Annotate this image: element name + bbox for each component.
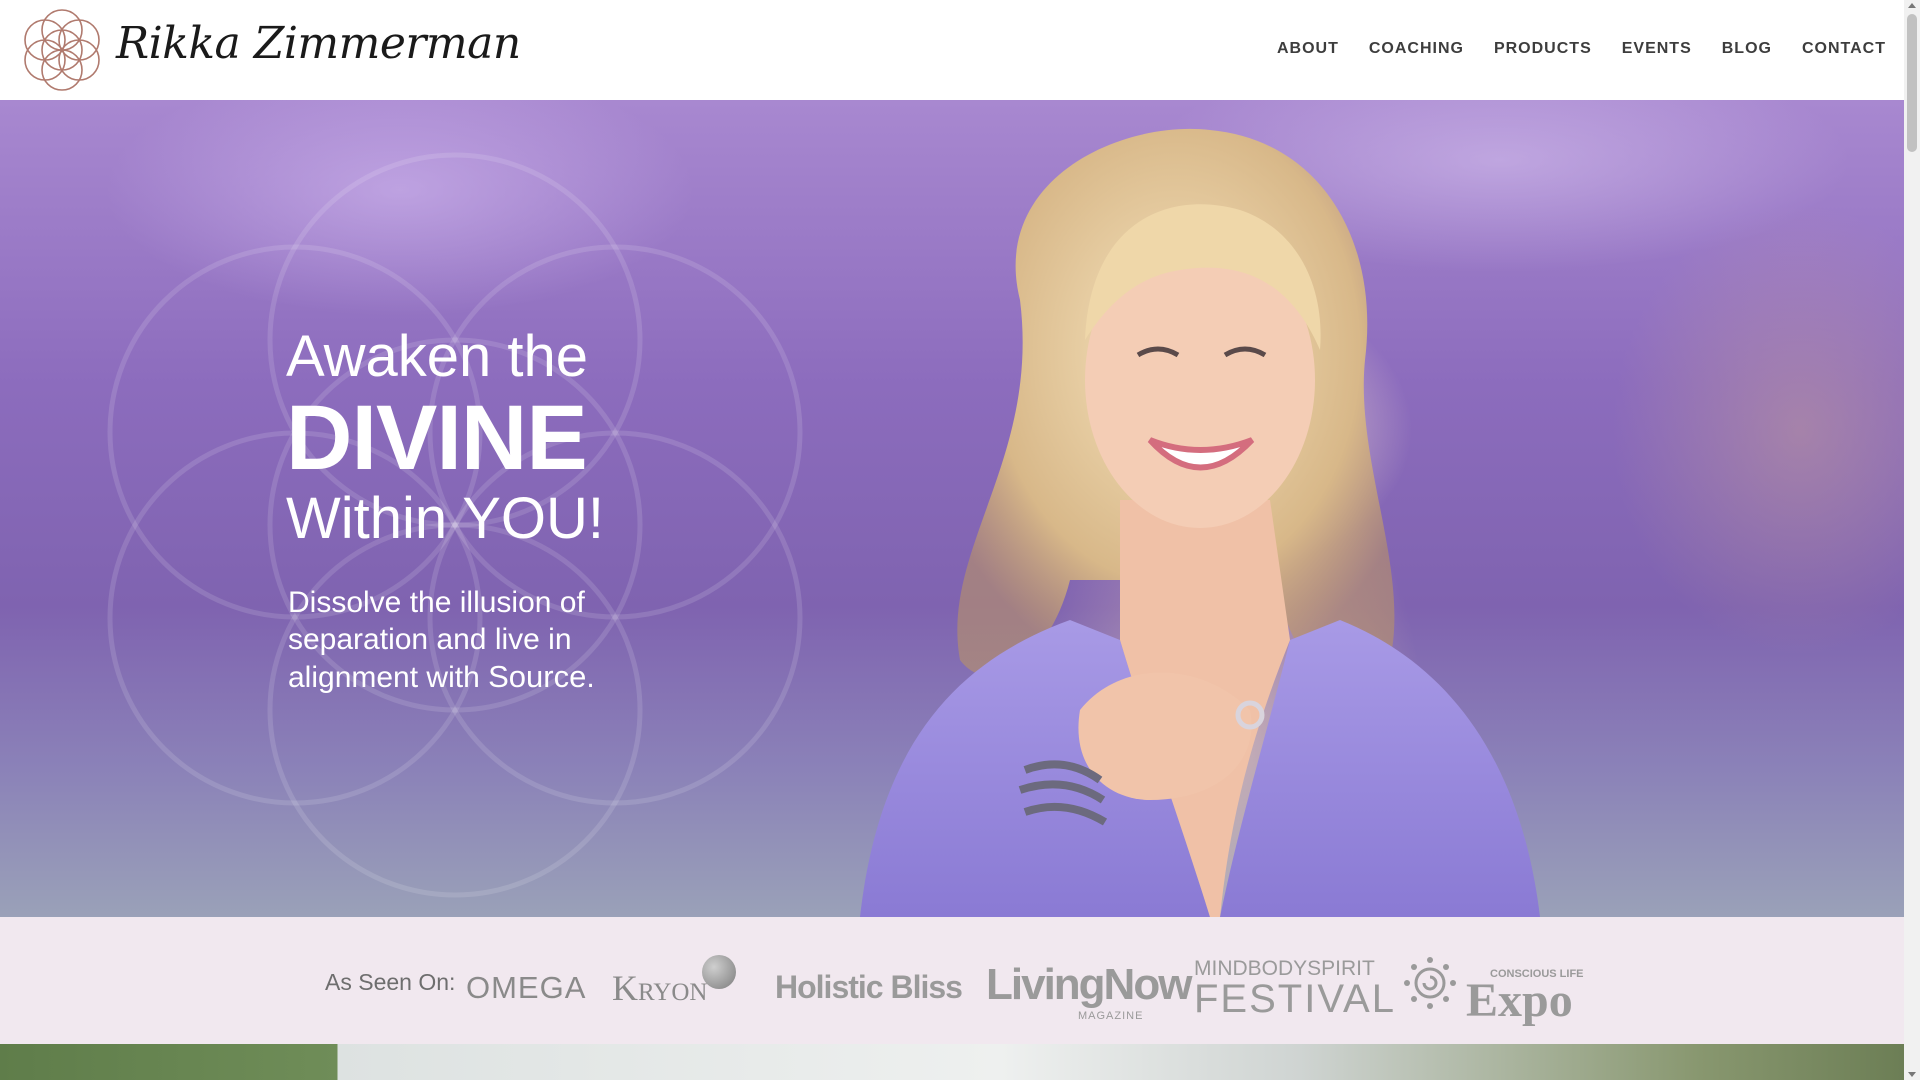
nav-blog[interactable]: BLOG bbox=[1722, 40, 1772, 58]
next-section-image-strip bbox=[0, 1044, 1904, 1080]
hero-headline: Awaken the DIVINE Within YOU! bbox=[286, 322, 604, 554]
tagline-end: . bbox=[586, 661, 595, 694]
flower-of-life-logo-icon[interactable] bbox=[18, 6, 106, 94]
headline-line-1: Awaken the bbox=[286, 324, 589, 389]
nav-about[interactable]: ABOUT bbox=[1277, 40, 1339, 58]
headline-line-2: DIVINE bbox=[286, 387, 588, 489]
tagline-emphasis: Source bbox=[488, 659, 587, 694]
scroll-thumb[interactable] bbox=[1907, 14, 1917, 152]
headline-line-3: Within YOU! bbox=[286, 486, 605, 551]
mindbodyspirit-logo-bottom: FESTIVAL bbox=[1194, 977, 1396, 1021]
hero-portrait bbox=[860, 128, 1540, 917]
page-scrollbar[interactable] bbox=[1904, 0, 1920, 1080]
holistic-bliss-logo: Holistic Bliss bbox=[775, 969, 963, 1005]
omega-logo: OMEGA bbox=[466, 970, 587, 1005]
living-now-logo: LivingNow bbox=[986, 960, 1192, 1009]
scroll-up-arrow-icon[interactable] bbox=[1908, 3, 1916, 8]
expo-logo: Expo bbox=[1466, 974, 1573, 1027]
main-nav: ABOUT COACHING PRODUCTS EVENTS BLOG CONT… bbox=[1277, 40, 1886, 58]
nav-events[interactable]: EVENTS bbox=[1622, 40, 1692, 58]
as-seen-on-section: As Seen On: OMEGA Kryon Holistic Bliss L… bbox=[0, 917, 1904, 1044]
kryon-globe-icon bbox=[702, 955, 736, 989]
kryon-logo: Kryon bbox=[612, 968, 708, 1008]
living-now-sub: MAGAZINE bbox=[1078, 1010, 1144, 1022]
hero-section: Awaken the DIVINE Within YOU! Dissolve t… bbox=[0, 100, 1904, 917]
site-header: Rikka Zimmerman ABOUT COACHING PRODUCTS … bbox=[0, 0, 1904, 100]
as-seen-on-label: As Seen On: bbox=[325, 969, 456, 995]
nav-contact[interactable]: CONTACT bbox=[1802, 40, 1886, 58]
sun-spiral-icon bbox=[1404, 957, 1456, 1009]
nav-coaching[interactable]: COACHING bbox=[1369, 40, 1464, 58]
nav-products[interactable]: PRODUCTS bbox=[1494, 40, 1592, 58]
site-logo-text[interactable]: Rikka Zimmerman bbox=[116, 18, 521, 69]
hero-tagline: Dissolve the illusion of separation and … bbox=[288, 584, 628, 696]
scroll-down-arrow-icon[interactable] bbox=[1908, 1072, 1916, 1077]
